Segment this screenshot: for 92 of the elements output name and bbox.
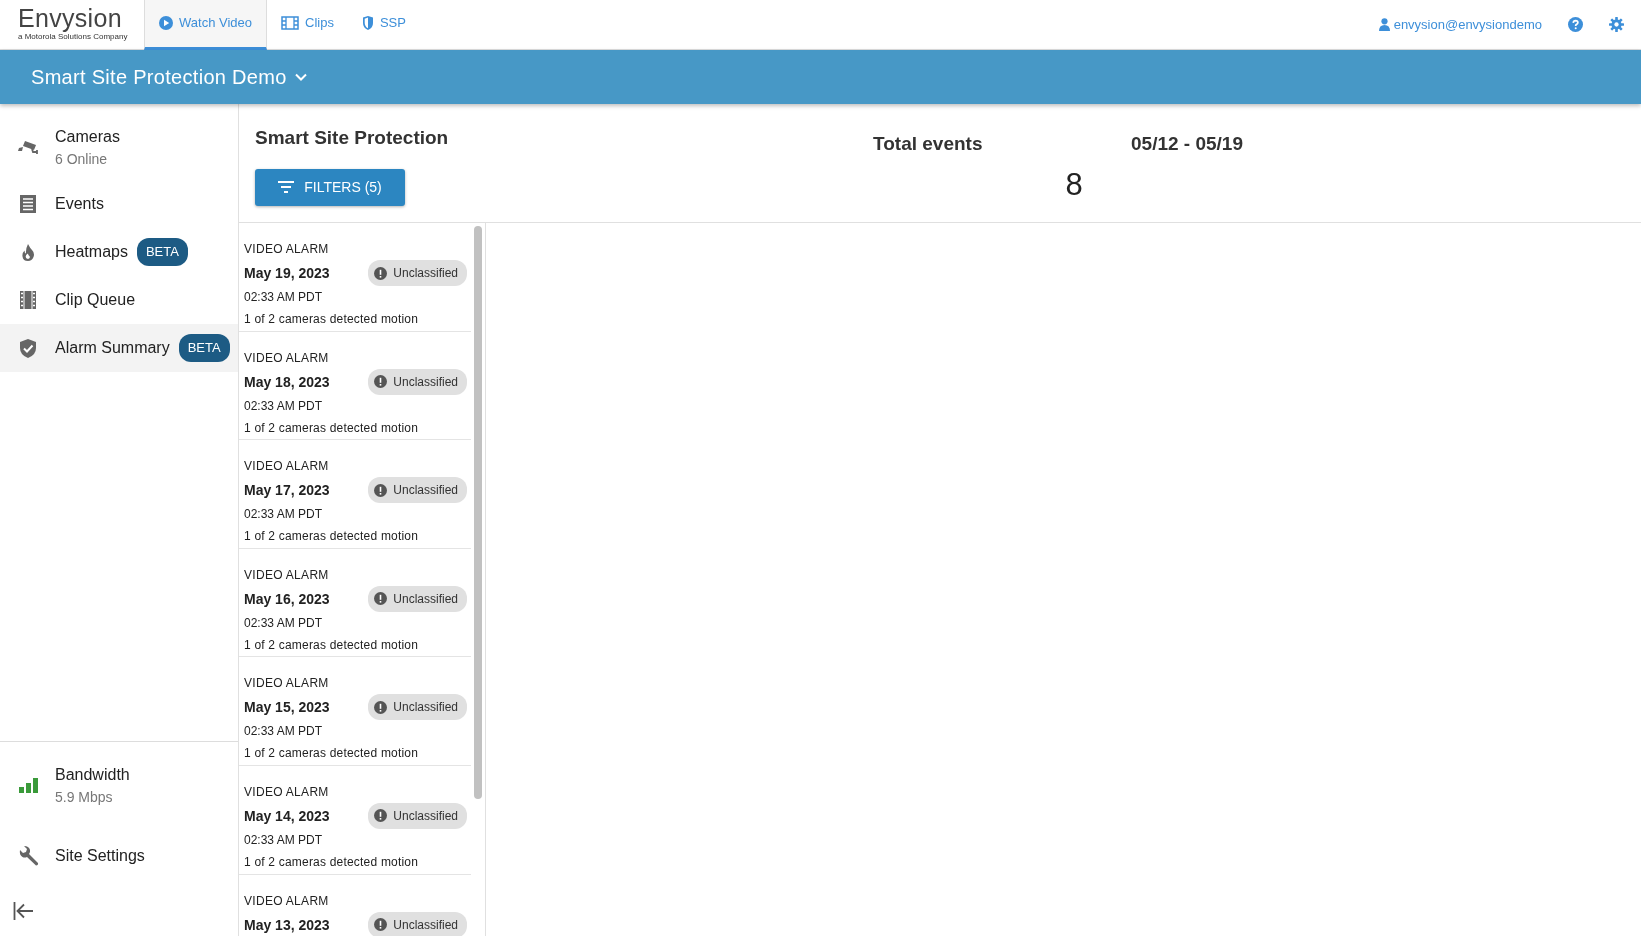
shield-check-icon <box>20 338 36 358</box>
sidebar-item-label: Bandwidth <box>55 764 130 785</box>
exclamation-icon <box>374 592 388 606</box>
shield-icon <box>361 16 374 30</box>
event-time: 02:33 AM PDT <box>244 725 323 738</box>
status-label: Unclassified <box>393 590 458 608</box>
event-description: 1 of 2 cameras detected motion <box>244 855 419 868</box>
event-description: 1 of 2 cameras detected motion <box>244 313 419 325</box>
exclamation-icon <box>374 918 388 932</box>
event-type: VIDEO ALARM <box>244 677 329 690</box>
nav-tab[interactable]: Clips <box>267 0 348 50</box>
event-description: 1 of 2 cameras detected motion <box>244 747 419 760</box>
event-item[interactable]: VIDEO ALARM May 17, 2023 Unclassified 02:33 AM PDT 1 of 2 cameras detected motion <box>239 440 471 549</box>
sidebar-item[interactable]: Bandwidth 5.9 Mbps <box>0 752 238 818</box>
play-icon <box>159 16 173 30</box>
event-description: 1 of 2 cameras detected motion <box>244 421 419 434</box>
event-time: 02:33 AM PDT <box>244 616 323 629</box>
status-label: Unclassified <box>393 916 458 934</box>
event-type: VIDEO ALARM <box>244 568 329 581</box>
wrench-icon <box>17 846 39 866</box>
flame-icon <box>21 243 35 261</box>
sidebar-item-subtitle: 6 Online <box>55 149 109 169</box>
sidebar-item[interactable]: Clip Queue <box>0 276 238 324</box>
event-item[interactable]: VIDEO ALARM May 16, 2023 Unclassified 02:33 AM PDT 1 of 2 cameras detected motion <box>239 548 471 658</box>
event-type: VIDEO ALARM <box>244 243 329 255</box>
security-camera-icon <box>18 139 38 155</box>
date-range: 05/12 - 05/19 <box>1131 132 1243 156</box>
status-label: Unclassified <box>393 265 458 282</box>
sidebar-item[interactable]: Heatmaps BETA <box>0 228 238 276</box>
collapse-sidebar-icon[interactable] <box>13 900 35 921</box>
event-item[interactable]: VIDEO ALARM May 15, 2023 Unclassified 02:33 AM PDT 1 of 2 cameras detected motion <box>239 657 471 766</box>
list-icon <box>19 195 37 213</box>
user-icon <box>1378 18 1390 31</box>
exclamation-icon <box>374 375 388 389</box>
event-time: 02:33 AM PDT <box>244 399 323 412</box>
logo: Envysion <box>18 6 123 31</box>
event-type: VIDEO ALARM <box>244 894 329 907</box>
event-type: VIDEO ALARM <box>244 460 329 473</box>
event-time: 02:33 AM PDT <box>244 508 323 521</box>
nav-tab[interactable]: SSP <box>347 0 420 50</box>
status-label: Unclassified <box>393 373 458 391</box>
sidebar-item[interactable]: Events <box>0 180 238 228</box>
signal-bars-icon <box>18 777 38 793</box>
sidebar-item[interactable]: Site Settings <box>0 832 238 880</box>
event-description: 1 of 2 cameras detected motion <box>244 530 419 543</box>
help-icon[interactable] <box>1568 17 1583 32</box>
user-link[interactable]: envysion@envysiondemo <box>1378 14 1542 35</box>
settings-icon[interactable] <box>1609 17 1624 32</box>
event-date: May 16, 2023 <box>244 591 330 606</box>
event-type: VIDEO ALARM <box>244 351 329 364</box>
exclamation-icon <box>374 483 388 497</box>
event-item[interactable]: VIDEO ALARM May 13, 2023 Unclassified <box>239 874 471 936</box>
status-label: Unclassified <box>393 482 458 500</box>
sidebar-item-label: Clip Queue <box>55 290 136 310</box>
exclamation-icon <box>374 700 388 714</box>
event-date: May 18, 2023 <box>244 374 330 389</box>
status-label: Unclassified <box>393 699 458 717</box>
event-item[interactable]: VIDEO ALARM May 18, 2023 Unclassified 02:33 AM PDT 1 of 2 cameras detected motion <box>239 331 471 441</box>
sidebar-item[interactable]: Cameras 6 Online <box>0 114 238 180</box>
sidebar-item-label: Heatmaps <box>55 242 128 262</box>
event-time: 02:33 AM PDT <box>244 291 323 303</box>
film-icon <box>20 291 36 309</box>
beta-badge: BETA <box>178 334 230 362</box>
event-date: May 17, 2023 <box>244 483 330 498</box>
event-date: May 14, 2023 <box>244 808 330 823</box>
event-date: May 19, 2023 <box>244 266 330 280</box>
event-description: 1 of 2 cameras detected motion <box>244 638 419 651</box>
scrollbar-thumb[interactable] <box>474 226 482 799</box>
filter-icon <box>278 181 295 193</box>
exclamation-icon <box>374 266 388 280</box>
event-type: VIDEO ALARM <box>244 785 329 798</box>
sidebar-item[interactable]: Alarm Summary BETA <box>0 324 238 372</box>
sidebar-item-label: Site Settings <box>55 846 145 866</box>
sidebar-item-subtitle: 5.9 Mbps <box>55 787 114 807</box>
sidebar-item-label: Events <box>55 194 104 214</box>
beta-badge: BETA <box>136 238 188 266</box>
status-label: Unclassified <box>393 807 458 825</box>
sidebar-item-label: Alarm Summary <box>55 338 170 358</box>
total-events-count: 8 <box>1065 165 1083 204</box>
total-events-label: Total events <box>873 132 983 156</box>
filters-button[interactable]: FILTERS (5) <box>255 168 405 206</box>
chevron-down-icon <box>294 73 307 81</box>
event-item[interactable]: VIDEO ALARM May 19, 2023 Unclassified 02:33 AM PDT 1 of 2 cameras detected motion <box>239 223 471 332</box>
page-title: Smart Site Protection <box>255 126 450 150</box>
event-date: May 15, 2023 <box>244 700 330 715</box>
event-item[interactable]: VIDEO ALARM May 14, 2023 Unclassified 02:33 AM PDT 1 of 2 cameras detected motion <box>239 765 471 875</box>
film-icon <box>281 16 299 30</box>
logo-tagline: a Motorola Solutions Company <box>18 32 129 43</box>
sidebar-item-label: Cameras <box>55 126 120 147</box>
exclamation-icon <box>374 809 388 823</box>
event-time: 02:33 AM PDT <box>244 833 323 846</box>
event-date: May 13, 2023 <box>244 917 330 932</box>
